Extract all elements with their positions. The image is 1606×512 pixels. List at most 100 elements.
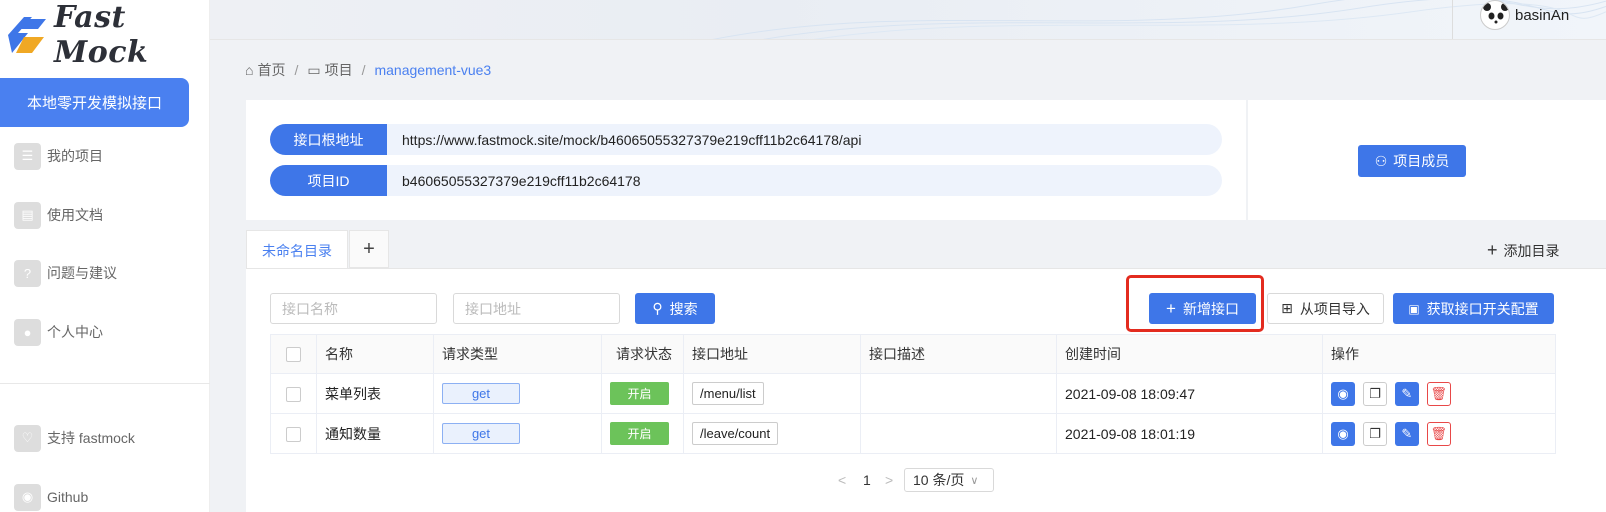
- path-cell: /menu/list: [683, 373, 861, 414]
- search-button[interactable]: ⚲ 搜索: [635, 293, 715, 324]
- api-name-input[interactable]: 接口名称: [270, 293, 437, 324]
- members-panel: ⚇ 项目成员: [1248, 100, 1606, 220]
- path-tag: /menu/list: [692, 382, 764, 405]
- top-header: [210, 0, 1606, 40]
- tab-unnamed-dir[interactable]: 未命名目录: [246, 230, 348, 270]
- row-checkbox[interactable]: [286, 386, 301, 402]
- page-size-select[interactable]: 10 条/页 ∨: [904, 468, 994, 492]
- switch-config-button[interactable]: ▣ 获取接口开关配置: [1393, 293, 1554, 324]
- switch-config-label: 获取接口开关配置: [1426, 300, 1539, 317]
- root-url-row: 接口根地址 https://www.fastmock.site/mock/b46…: [270, 124, 1222, 155]
- api-path-input[interactable]: 接口地址: [453, 293, 620, 324]
- user-menu[interactable]: basinAn: [1480, 0, 1569, 30]
- breadcrumb-home[interactable]: 首页: [257, 60, 285, 80]
- column-header: 接口地址: [683, 334, 861, 374]
- sidebar-item-local-mock[interactable]: 本地零开发模拟接口: [0, 78, 189, 127]
- members-icon: ⚇: [1374, 152, 1388, 169]
- page-number[interactable]: 1: [863, 468, 871, 492]
- sidebar-item-my-projects[interactable]: ☰ 我的项目: [14, 141, 103, 171]
- copy-icon: ❐: [1369, 425, 1381, 441]
- project-id-row: 项目ID b46065055327379e219cff11b2c64178: [270, 165, 1222, 196]
- edit-button[interactable]: ✎: [1394, 421, 1419, 446]
- view-button[interactable]: ◉: [1331, 381, 1355, 406]
- sidebar-item-label: 个人中心: [47, 324, 103, 340]
- select-all-checkbox[interactable]: [286, 347, 301, 363]
- table-header-row: 名称 请求类型 请求状态 接口地址 接口描述 创建时间 操作: [270, 334, 1556, 374]
- sidebar-item-support[interactable]: ♡ 支持 fastmock: [14, 423, 135, 453]
- plus-icon: +: [363, 237, 375, 260]
- row-checkbox[interactable]: [286, 426, 301, 442]
- edit-icon: ✎: [1401, 425, 1413, 441]
- created-cell: 2021-09-08 18:09:47: [1056, 373, 1323, 414]
- column-header: 名称: [316, 334, 434, 374]
- edit-button[interactable]: ✎: [1394, 381, 1419, 406]
- method-cell: get: [433, 413, 602, 454]
- sidebar-item-github[interactable]: ◉ Github: [14, 482, 88, 512]
- column-header: 操作: [1322, 334, 1556, 374]
- header-wave-decoration: [712, 0, 1606, 39]
- delete-button[interactable]: 🗑: [1426, 421, 1451, 446]
- status-cell: 开启: [601, 413, 684, 454]
- api-name-cell: 菜单列表: [316, 373, 434, 414]
- select-all-cell: [270, 334, 317, 374]
- project-icon: ▭: [307, 61, 321, 78]
- add-directory-button[interactable]: + 添加目录: [1487, 240, 1560, 261]
- desc-cell: [860, 373, 1057, 414]
- chevron-down-icon: ∨: [970, 474, 979, 487]
- logo-text: Fast Mock: [54, 0, 149, 70]
- delete-button[interactable]: 🗑: [1426, 381, 1451, 406]
- sidebar-item-feedback[interactable]: ? 问题与建议: [14, 258, 117, 288]
- search-label: 搜索: [669, 300, 698, 317]
- project-id-value[interactable]: b46065055327379e219cff11b2c64178: [402, 173, 641, 189]
- sidebar-item-docs[interactable]: ▤ 使用文档: [14, 200, 103, 230]
- page-size-value: 10 条/页: [913, 472, 965, 488]
- project-members-button[interactable]: ⚇ 项目成员: [1358, 145, 1466, 177]
- heart-icon: ♡: [14, 424, 41, 452]
- status-cell: 开启: [601, 373, 684, 414]
- highlight-box: [1126, 275, 1264, 332]
- api-table: 名称 请求类型 请求状态 接口地址 接口描述 创建时间 操作 菜单列表 get …: [270, 334, 1556, 454]
- trash-icon: 🗑: [1430, 385, 1447, 401]
- breadcrumb-separator: /: [294, 62, 299, 78]
- method-cell: get: [433, 373, 602, 414]
- root-url-label: 接口根地址: [270, 124, 387, 155]
- table-row: 菜单列表 get 开启 /menu/list 2021-09-08 18:09:…: [270, 373, 1556, 414]
- list-icon: ☰: [14, 142, 41, 170]
- root-url-value[interactable]: https://www.fastmock.site/mock/b46065055…: [402, 132, 861, 148]
- plus-icon: +: [1487, 240, 1498, 260]
- eye-icon: ◉: [1337, 425, 1349, 441]
- sidebar: Fast Mock 本地零开发模拟接口 ☰ 我的项目 ▤ 使用文档 ? 问题与建…: [0, 0, 210, 512]
- copy-button[interactable]: ❐: [1362, 381, 1387, 406]
- breadcrumb-project[interactable]: 项目: [325, 60, 353, 80]
- terminal-icon: ▣: [1408, 301, 1420, 316]
- status-badge[interactable]: 开启: [610, 422, 669, 445]
- sidebar-item-label: 使用文档: [47, 207, 103, 223]
- view-button[interactable]: ◉: [1331, 421, 1355, 446]
- question-icon: ?: [14, 259, 41, 287]
- import-label: 从项目导入: [1299, 300, 1370, 317]
- github-icon: ◉: [14, 483, 41, 511]
- logo[interactable]: Fast Mock: [2, 0, 209, 70]
- column-header: 创建时间: [1056, 334, 1323, 374]
- import-from-project-button[interactable]: ⊞ 从项目导入: [1267, 293, 1384, 324]
- breadcrumb-current: management-vue3: [374, 62, 492, 78]
- path-tag: /leave/count: [692, 422, 779, 445]
- panda-avatar-icon: [1480, 0, 1510, 30]
- user-icon: ●: [14, 318, 41, 346]
- next-page-button[interactable]: >: [885, 468, 893, 492]
- table-row: 通知数量 get 开启 /leave/count 2021-09-08 18:0…: [270, 413, 1556, 454]
- project-members-label: 项目成员: [1393, 153, 1450, 169]
- prev-page-button[interactable]: <: [838, 468, 846, 492]
- document-icon: ▤: [14, 201, 41, 229]
- home-icon: ⌂: [245, 62, 254, 78]
- status-badge[interactable]: 开启: [610, 382, 669, 405]
- actions-cell: ◉ ❐ ✎ 🗑: [1322, 413, 1556, 454]
- column-header: 请求状态: [601, 334, 684, 374]
- desc-cell: [860, 413, 1057, 454]
- user-name: basinAn: [1515, 6, 1570, 24]
- sidebar-item-profile[interactable]: ● 个人中心: [14, 317, 103, 347]
- copy-button[interactable]: ❐: [1362, 421, 1387, 446]
- sidebar-item-label: 问题与建议: [47, 265, 117, 281]
- header-divider: [1452, 0, 1453, 39]
- add-tab-button[interactable]: +: [349, 230, 389, 268]
